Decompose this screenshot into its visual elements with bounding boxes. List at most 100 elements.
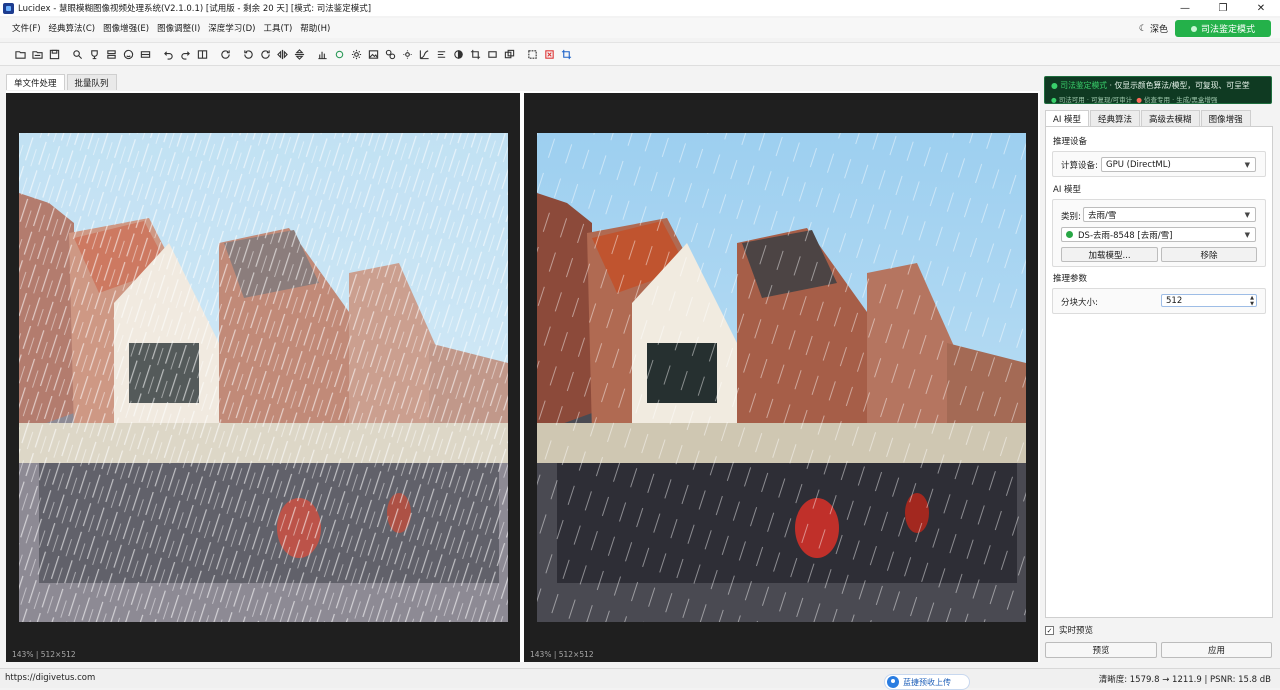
menu-tools[interactable]: 工具(T) (259, 22, 296, 34)
tile-size-value: 512 (1166, 295, 1183, 306)
select-icon[interactable] (524, 46, 541, 63)
model-select[interactable]: DS-去雨-8548 [去雨/雪] ▼ (1061, 227, 1256, 242)
title-bar: Lucidex - 慧眼模糊图像视频处理系统(V2.1.0.1) [试用版 - … (0, 0, 1280, 16)
theme-label: 深色 (1149, 25, 1168, 35)
sun-icon[interactable] (348, 46, 365, 63)
refresh-icon[interactable] (217, 46, 234, 63)
category-select[interactable]: 去雨/雪 ▼ (1083, 207, 1256, 222)
tab-image-enhance[interactable]: 图像增强 (1200, 110, 1251, 126)
minimize-icon[interactable]: — (1166, 0, 1204, 16)
image-icon[interactable] (365, 46, 382, 63)
device-value: GPU (DirectML) (1106, 159, 1171, 170)
banner-description: · 仅显示颜色算法/模型，可复现、可呈堂 (1107, 81, 1250, 90)
forensic-dot-icon (1190, 25, 1197, 32)
processed-image (537, 133, 1026, 622)
histogram-icon[interactable] (314, 46, 331, 63)
save-icon[interactable] (46, 46, 63, 63)
status-dot-icon (1066, 231, 1073, 238)
stack-icon[interactable] (103, 46, 120, 63)
banner-legend-investigation: 侦查专用 · 生成/黑盒增强 (1144, 96, 1218, 104)
compare-icon[interactable] (194, 46, 211, 63)
menu-image-enhance[interactable]: 图像增强(E) (99, 22, 153, 34)
original-zoom-info: 143% | 512×512 (12, 650, 76, 659)
remove-model-button[interactable]: 移除 (1161, 247, 1257, 262)
tab-advanced-deblur[interactable]: 高级去模糊 (1141, 110, 1200, 126)
layers-icon[interactable] (501, 46, 518, 63)
realtime-preview-checkbox[interactable]: ✓ (1045, 625, 1054, 635)
forensic-mode-button[interactable]: 司法鉴定模式 (1175, 20, 1271, 37)
moon-icon: ☾ (1138, 23, 1147, 34)
color-icon[interactable] (331, 46, 348, 63)
chevron-down-icon: ▼ (1244, 161, 1250, 169)
inference-params-title: 推理参数 (1053, 274, 1088, 284)
original-image (19, 133, 508, 622)
banner-legend-court: 司法可用 · 可复现/可审计 (1058, 96, 1133, 104)
maximize-icon[interactable]: ❐ (1204, 0, 1242, 16)
load-model-button[interactable]: 加载模型... (1061, 247, 1158, 262)
trophy-icon[interactable] (86, 46, 103, 63)
tab-classic-algorithms[interactable]: 经典算法 (1090, 110, 1141, 126)
curve-icon[interactable] (416, 46, 433, 63)
device-label: 计算设备: (1061, 161, 1098, 171)
link-icon[interactable] (382, 46, 399, 63)
chevron-down-icon: ▼ (1244, 211, 1250, 219)
menu-bar: 文件(F) 经典算法(C) 图像增强(E) 图像调整(I) 深度学习(D) 工具… (0, 18, 1280, 38)
upload-icon (887, 676, 899, 688)
levels-icon[interactable] (433, 46, 450, 63)
category-value: 去雨/雪 (1088, 210, 1117, 221)
undo-icon[interactable] (160, 46, 177, 63)
rotate-right-icon[interactable] (257, 46, 274, 63)
contrast-icon[interactable] (450, 46, 467, 63)
menu-image-adjust[interactable]: 图像调整(I) (153, 22, 204, 34)
theme-toggle[interactable]: ☾ 深色 (1138, 22, 1168, 36)
menu-deep-learning[interactable]: 深度学习(D) (204, 22, 259, 34)
tile-size-label: 分块大小: (1061, 298, 1098, 308)
document-tabs: 单文件处理 批量队列 (6, 74, 117, 90)
face-icon[interactable] (120, 46, 137, 63)
clear-icon[interactable] (541, 46, 558, 63)
forensic-mode-banner: ● 司法鉴定模式 · 仅显示颜色算法/模型，可复现、可呈堂 ● 司法可用 · 可… (1044, 76, 1272, 104)
open-folder-icon[interactable] (12, 46, 29, 63)
preview-button[interactable]: 预览 (1045, 642, 1157, 658)
toolbar (0, 42, 1280, 66)
processed-image-pane[interactable]: 143% | 512×512 (524, 93, 1038, 662)
close-icon[interactable]: ✕ (1242, 0, 1280, 16)
forensic-mode-label: 司法鉴定模式 (1200, 25, 1255, 35)
crop-alt-icon[interactable] (558, 46, 575, 63)
right-panel: ● 司法鉴定模式 · 仅显示颜色算法/模型，可复现、可呈堂 ● 司法可用 · 可… (1044, 74, 1274, 668)
menu-help[interactable]: 帮助(H) (296, 22, 334, 34)
image-viewer: 143% | 512×512 143% | 512×512 (6, 91, 1040, 662)
device-select[interactable]: GPU (DirectML) ▼ (1101, 157, 1256, 172)
tab-batch-queue[interactable]: 批量队列 (66, 74, 117, 90)
realtime-preview-toggle[interactable]: ✓ 实时预览 (1045, 624, 1093, 636)
quality-metrics: 清晰度: 1579.8 → 1211.9 | PSNR: 15.8 dB (1098, 675, 1271, 685)
redo-icon[interactable] (177, 46, 194, 63)
flip-v-icon[interactable] (291, 46, 308, 63)
banner-mode: 司法鉴定模式 (1060, 81, 1108, 90)
layout-icon[interactable] (137, 46, 154, 63)
frame-icon[interactable] (484, 46, 501, 63)
ai-model-panel: 推理设备 计算设备: GPU (DirectML) ▼ AI 模型 类别: 去雨… (1045, 126, 1273, 618)
realtime-preview-label: 实时预览 (1059, 626, 1094, 636)
window-controls: — ❐ ✕ (1166, 0, 1280, 16)
tile-size-spinbox[interactable]: 512 ▲ ▼ (1161, 294, 1257, 307)
crop-icon[interactable] (467, 46, 484, 63)
magnifier-icon[interactable] (69, 46, 86, 63)
rotate-left-icon[interactable] (240, 46, 257, 63)
menu-file[interactable]: 文件(F) (8, 22, 45, 34)
menu-classic-algorithms[interactable]: 经典算法(C) (45, 22, 100, 34)
original-image-pane[interactable]: 143% | 512×512 (6, 93, 520, 662)
brightness-icon[interactable] (399, 46, 416, 63)
flip-h-icon[interactable] (274, 46, 291, 63)
banner-line-2: ● 司法可用 · 可复现/可审计 ● 侦查专用 · 生成/黑盒增强 (1051, 96, 1218, 104)
open-file-icon[interactable] (29, 46, 46, 63)
ai-model-title: AI 模型 (1053, 185, 1082, 195)
tab-ai-model[interactable]: AI 模型 (1045, 110, 1090, 126)
spin-arrows-icon[interactable]: ▲ ▼ (1250, 295, 1254, 307)
params-group: 分块大小: 512 ▲ ▼ (1052, 288, 1266, 314)
window-title: Lucidex - 慧眼模糊图像视频处理系统(V2.1.0.1) [试用版 - … (18, 4, 372, 14)
tab-single-file[interactable]: 单文件处理 (6, 74, 65, 90)
status-url[interactable]: https://digivetus.com (5, 673, 95, 683)
apply-button[interactable]: 应用 (1161, 642, 1272, 658)
processed-zoom-info: 143% | 512×512 (530, 650, 594, 659)
